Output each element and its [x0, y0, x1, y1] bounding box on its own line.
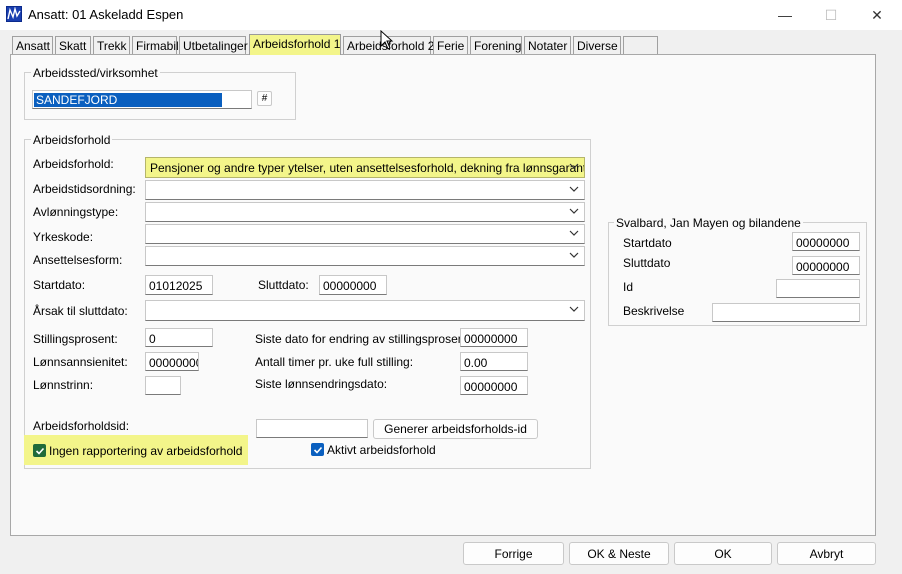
chevron-down-icon — [569, 306, 579, 312]
chevron-down-icon — [569, 186, 579, 192]
stillingsprosent-input[interactable]: 0 — [145, 328, 213, 347]
arsak-sluttdato-select[interactable] — [145, 300, 585, 321]
hash-button[interactable]: # — [257, 91, 272, 106]
antall-timer-input[interactable]: 0.00 — [460, 352, 528, 371]
close-icon[interactable]: ✕ — [854, 0, 900, 30]
svalbard-id-input[interactable] — [776, 279, 860, 298]
yrkeskode-select[interactable] — [145, 224, 585, 244]
avlonningstype-label: Avlønningstype: — [33, 205, 119, 219]
svalbard-beskrivelse-label: Beskrivelse — [623, 304, 685, 318]
yrkeskode-label: Yrkeskode: — [33, 230, 94, 244]
window-title: Ansatt: 01 Askeladd Espen — [28, 7, 184, 22]
avlonningstype-select[interactable] — [145, 202, 585, 222]
sluttdato-input[interactable]: 00000000 — [319, 275, 387, 295]
tab-trekk[interactable]: Trekk — [93, 36, 130, 54]
tab-notater[interactable]: Notater — [524, 36, 571, 54]
checkmark-icon — [35, 447, 44, 455]
svalbard-id-label: Id — [623, 280, 634, 294]
chevron-down-icon — [569, 230, 579, 236]
previous-button[interactable]: Forrige — [463, 542, 564, 565]
svalbard-startdato-input[interactable]: 00000000 — [792, 232, 860, 251]
arbeidsforholdsid-input[interactable] — [256, 419, 368, 438]
antall-timer-label: Antall timer pr. uke full stilling: — [255, 355, 414, 369]
workplace-input[interactable]: SANDEFJORD — [32, 90, 252, 109]
tab-utbetalinger[interactable]: Utbetalinger — [179, 36, 248, 54]
chevron-down-icon — [569, 252, 579, 258]
minimize-icon[interactable]: — — [762, 0, 808, 30]
tab-firmabil[interactable]: Firmabil — [132, 36, 179, 54]
cancel-button[interactable]: Avbryt — [777, 542, 876, 565]
employment-group-label: Arbeidsforhold — [31, 133, 113, 147]
siste-lonnsendring-label: Siste lønnsendringsdato: — [255, 377, 388, 391]
arbeidsforhold-label: Arbeidsforhold: — [33, 157, 114, 171]
active-employment-checkbox[interactable] — [311, 443, 324, 456]
no-reporting-label[interactable]: Ingen rapportering av arbeidsforhold — [49, 444, 242, 458]
checkmark-icon — [313, 446, 322, 454]
lonnstrinn-input[interactable] — [145, 376, 181, 395]
stillingsprosent-label: Stillingsprosent: — [33, 332, 118, 346]
svalbard-group-label: Svalbard, Jan Mayen og bilandene — [614, 216, 803, 230]
chevron-down-icon — [569, 163, 579, 169]
chevron-down-icon — [569, 208, 579, 214]
svalbard-beskrivelse-input[interactable] — [712, 303, 860, 322]
tab-empty[interactable] — [623, 36, 658, 54]
arsak-sluttdato-label: Årsak til sluttdato: — [33, 304, 128, 318]
ansettelsesform-select[interactable] — [145, 246, 585, 266]
maximize-icon[interactable]: ☐ — [808, 0, 854, 30]
svalbard-startdato-label: Startdato — [623, 236, 672, 250]
svalbard-sluttdato-label: Sluttdato — [623, 256, 671, 270]
tab-ferie[interactable]: Ferie — [433, 36, 468, 54]
arbeidstidsordning-label: Arbeidstidsordning: — [33, 182, 136, 196]
arbeidsforhold-select[interactable]: Pensjoner og andre typer ytelser, uten a… — [145, 157, 585, 178]
tab-arbeidsforhold-1[interactable]: Arbeidsforhold 1 — [249, 34, 341, 55]
ansettelsesform-label: Ansettelsesform: — [33, 253, 123, 267]
arbeidstidsordning-select[interactable] — [145, 180, 585, 200]
workplace-group-label: Arbeidssted/virksomhet — [31, 66, 160, 80]
lonnstrinn-label: Lønnstrinn: — [33, 378, 94, 392]
active-employment-label[interactable]: Aktivt arbeidsforhold — [327, 443, 436, 457]
arbeidsforholdsid-label: Arbeidsforholdsid: — [33, 419, 130, 433]
workplace-value: SANDEFJORD — [34, 93, 222, 107]
startdato-label: Startdato: — [33, 278, 86, 292]
generate-id-button[interactable]: Generer arbeidsforholds-id — [373, 419, 538, 439]
lonnsansiennitet-input[interactable]: 00000000 — [145, 352, 199, 371]
svalbard-sluttdato-input[interactable]: 00000000 — [792, 256, 860, 275]
lonnsansiennitet-label: Lønnsannsienitet: — [33, 355, 128, 369]
siste-endring-stilling-input[interactable]: 00000000 — [460, 328, 528, 347]
ok-next-button[interactable]: OK & Neste — [569, 542, 669, 565]
siste-lonnsendring-input[interactable]: 00000000 — [460, 376, 528, 395]
tab-diverse[interactable]: Diverse — [573, 36, 621, 54]
tab-ansatt[interactable]: Ansatt — [12, 36, 53, 54]
tab-forening[interactable]: Forening — [470, 36, 522, 54]
startdato-input[interactable]: 01012025 — [145, 275, 213, 295]
app-icon — [6, 6, 22, 22]
mouse-cursor-icon — [380, 30, 394, 50]
arbeidsforhold-value: Pensjoner og andre typer ytelser, uten a… — [150, 161, 585, 175]
ok-button[interactable]: OK — [674, 542, 772, 565]
sluttdato-label: Sluttdato: — [258, 278, 309, 292]
tab-skatt[interactable]: Skatt — [55, 36, 91, 54]
siste-endring-stilling-label: Siste dato for endring av stillingsprose… — [255, 332, 472, 346]
no-reporting-checkbox[interactable] — [33, 444, 46, 457]
